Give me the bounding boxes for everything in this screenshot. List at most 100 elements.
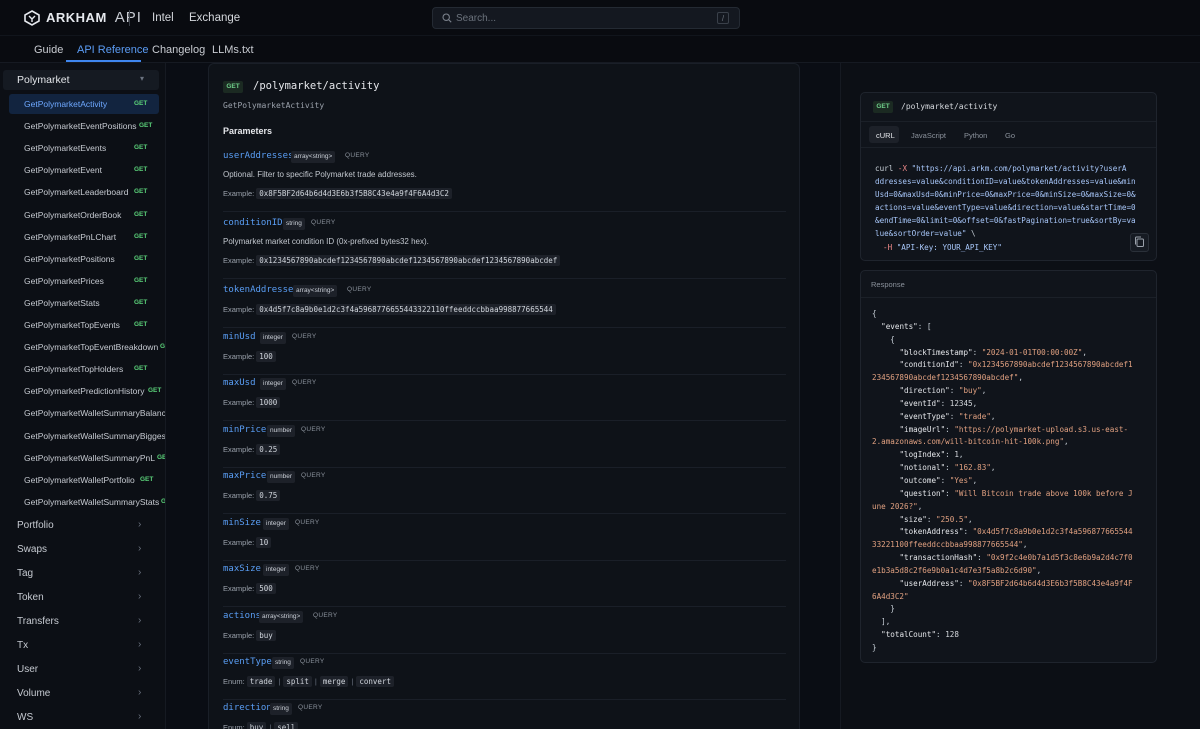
sidebar-item[interactable]: GetPolymarketWalletSummaryBalanceGET bbox=[9, 403, 165, 423]
sidebar-item[interactable]: GetPolymarketWalletPortfolio GET bbox=[9, 470, 159, 490]
curl-header-flag: -H bbox=[883, 242, 893, 252]
sidebar-item[interactable]: GetPolymarketEvent GET bbox=[9, 160, 159, 180]
enum-value: split bbox=[283, 676, 312, 687]
tab-llms-txt[interactable]: LLMs.txt bbox=[212, 44, 254, 56]
parameter-name: conditionID bbox=[223, 218, 283, 228]
json-key: "outcome" bbox=[899, 475, 941, 485]
json-punct bbox=[872, 630, 881, 639]
json-line: e1b3a5d8c2f6e9b0a1c4d7e3f5a8b2c6d90", bbox=[872, 565, 1154, 578]
nav-exchange[interactable]: Exchange bbox=[189, 12, 240, 24]
example-label: Example: bbox=[223, 584, 255, 593]
sidebar-item[interactable]: GetPolymarketLeaderboard GET bbox=[9, 182, 159, 202]
chevron-right-icon: › bbox=[138, 687, 142, 698]
json-string: "0x9f2c4e0b7a1d5f3c8e6b9a2d4c7f0 bbox=[986, 553, 1133, 563]
sidebar-item[interactable]: GetPolymarketWalletSummaryPnLGET bbox=[9, 448, 165, 468]
response-json-block[interactable]: { "events": [ { "blockTimestamp": "2024-… bbox=[872, 308, 1154, 655]
json-string: "trade" bbox=[958, 411, 991, 421]
sidebar-group-polymarket[interactable]: Polymarket ▾ bbox=[3, 70, 159, 90]
sidebar-item[interactable]: GetPolymarketPredictionHistory GET bbox=[9, 381, 161, 401]
lang-tab-go[interactable]: Go bbox=[1005, 131, 1015, 140]
example-label: Example: bbox=[223, 445, 255, 454]
json-key: "question" bbox=[899, 488, 946, 498]
json-string: 6A4d3C2" bbox=[872, 591, 909, 601]
sidebar-category[interactable]: User › bbox=[0, 660, 160, 680]
tab-api-reference[interactable]: API Reference bbox=[77, 44, 149, 56]
json-key: "direction" bbox=[899, 386, 950, 396]
json-punct: : bbox=[977, 553, 987, 563]
tab-changelog[interactable]: Changelog bbox=[152, 44, 205, 56]
sidebar-item[interactable]: GetPolymarketEvents GET bbox=[9, 138, 159, 158]
operation-id: GetPolymarketActivity bbox=[223, 101, 325, 110]
copy-icon bbox=[1135, 236, 1144, 247]
sidebar-item-label: GetPolymarketWalletPortfolio bbox=[24, 474, 135, 485]
search-input[interactable]: Search... / bbox=[432, 7, 740, 29]
sidebar-item-label: GetPolymarketEvents bbox=[24, 143, 107, 154]
sidebar-category[interactable]: Tag › bbox=[0, 564, 160, 584]
json-key: "size" bbox=[899, 514, 927, 524]
json-punct: ], bbox=[872, 617, 891, 627]
sidebar-item[interactable]: GetPolymarketActivity GET bbox=[9, 94, 159, 114]
sidebar-item[interactable]: GetPolymarketPrices GET bbox=[9, 271, 159, 291]
chevron-right-icon: › bbox=[138, 663, 142, 674]
json-line: "events": [ bbox=[872, 321, 1154, 334]
sidebar-item-label: GetPolymarketOrderBook bbox=[24, 209, 122, 220]
sidebar-item-label: GetPolymarketActivity bbox=[24, 99, 108, 109]
parameter-enum: Enum: trade | split | merge | convert bbox=[223, 676, 394, 687]
brand-logo[interactable]: ARKHAM API bbox=[24, 9, 142, 26]
sidebar-item[interactable]: GetPolymarketWalletSummaryStatsGET bbox=[9, 492, 165, 512]
sidebar-item[interactable]: GetPolymarketOrderBook GET bbox=[9, 205, 159, 225]
sidebar-item[interactable]: GetPolymarketEventPositions GET bbox=[9, 116, 159, 136]
sidebar-item-label: GetPolymarketPredictionHistory bbox=[24, 386, 145, 397]
sidebar-category[interactable]: WS › bbox=[0, 708, 160, 728]
json-punct: : bbox=[940, 398, 950, 408]
sidebar-category[interactable]: Tx › bbox=[0, 636, 160, 656]
sidebar-item[interactable]: GetPolymarketStats GET bbox=[9, 293, 159, 313]
sidebar-category[interactable]: Transfers › bbox=[0, 612, 160, 632]
chevron-right-icon: › bbox=[138, 519, 142, 530]
json-line: 6A4d3C2" bbox=[872, 591, 1154, 604]
lang-tab-javascript[interactable]: JavaScript bbox=[911, 131, 946, 140]
sidebar-item[interactable]: GetPolymarketTopHolders GET bbox=[9, 359, 159, 379]
json-punct bbox=[872, 527, 899, 536]
nav-intel[interactable]: Intel bbox=[152, 12, 174, 24]
parameter-description: Optional. Filter to specific Polymarket … bbox=[223, 170, 417, 179]
json-line: "direction": "buy", bbox=[872, 385, 1154, 398]
response-title: Response bbox=[871, 280, 905, 289]
json-line: { bbox=[872, 308, 1154, 321]
example-value: 10 bbox=[256, 537, 272, 548]
json-punct: , bbox=[968, 514, 973, 524]
lang-tab-curl[interactable]: cURL bbox=[876, 131, 895, 140]
json-punct: : bbox=[936, 630, 946, 640]
sidebar-category[interactable]: Swaps › bbox=[0, 540, 160, 560]
sidebar-item[interactable]: GetPolymarketTopEventBreakdownGET bbox=[9, 337, 165, 357]
json-punct bbox=[872, 360, 899, 369]
copy-button[interactable] bbox=[1130, 233, 1149, 252]
sidebar-item[interactable]: GetPolymarketPositions GET bbox=[9, 249, 159, 269]
parameter-divider bbox=[223, 211, 786, 212]
parameter-location: QUERY bbox=[301, 472, 326, 479]
tab-guide[interactable]: Guide bbox=[34, 44, 63, 56]
sidebar-item-label: GetPolymarketTopEventBreakdown bbox=[24, 342, 159, 353]
json-string: "https://polymarket-upload.s3.us-east- bbox=[954, 424, 1129, 434]
sidebar-item-label: GetPolymarketPositions bbox=[24, 253, 115, 264]
sidebar-category[interactable]: Portfolio › bbox=[0, 516, 160, 536]
sidebar-item-label: GetPolymarketPrices bbox=[24, 275, 104, 286]
json-number: 12345 bbox=[949, 398, 973, 408]
sidebar-item[interactable]: GetPolymarketTopEvents GET bbox=[9, 315, 159, 335]
parameter-example: Example: 500 bbox=[223, 583, 276, 594]
parameter-type: number bbox=[267, 471, 296, 483]
sidebar-item[interactable]: GetPolymarketWalletSummaryBiggestWGET bbox=[9, 426, 165, 446]
enum-value: sell bbox=[274, 722, 299, 729]
json-key: "notional" bbox=[899, 463, 946, 473]
sidebar-category[interactable]: Token › bbox=[0, 588, 160, 608]
example-label: Example: bbox=[223, 538, 255, 547]
json-punct: : bbox=[949, 386, 959, 396]
lang-tab-python[interactable]: Python bbox=[964, 131, 987, 140]
json-string: 2.amazonaws.com/will-bitcoin-hit-100k.pn… bbox=[872, 437, 1065, 447]
search-placeholder: Search... bbox=[456, 13, 497, 24]
json-punct: : bbox=[945, 450, 955, 460]
parameter-type: integer bbox=[263, 518, 289, 530]
curl-code-block[interactable]: curl -X "https://api.arkm.com/polymarket… bbox=[875, 162, 1151, 254]
sidebar-item[interactable]: GetPolymarketPnLChart GET bbox=[9, 227, 159, 247]
sidebar-category[interactable]: Volume › bbox=[0, 684, 160, 704]
